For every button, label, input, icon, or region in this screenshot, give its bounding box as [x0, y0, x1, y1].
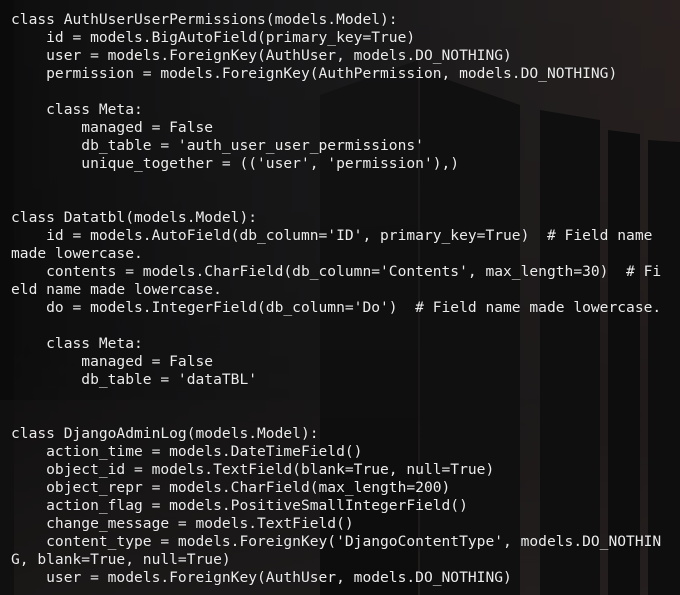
code-line: managed = False	[11, 353, 214, 370]
code-line: G, blank=True, null=True)	[11, 551, 231, 568]
code-line: do = models.IntegerField(db_column='Do')…	[11, 299, 662, 316]
code-line: object_repr = models.CharField(max_lengt…	[11, 479, 451, 496]
code-line: content_type = models.ForeignKey('Django…	[11, 533, 662, 550]
code-line: action_flag = models.PositiveSmallIntege…	[11, 497, 468, 514]
code-line: class Meta:	[11, 101, 143, 118]
code-line: unique_together = (('user', 'permission'…	[11, 155, 460, 172]
code-line: id = models.BigAutoField(primary_key=Tru…	[11, 29, 416, 46]
code-line: user = models.ForeignKey(AuthUser, model…	[11, 47, 512, 64]
code-line: class DjangoAdminLog(models.Model):	[11, 425, 319, 442]
code-line: object_id = models.TextField(blank=True,…	[11, 461, 495, 478]
code-line: change_message = models.TextField()	[11, 515, 354, 532]
code-line: class Meta:	[11, 335, 143, 352]
code-line: class Datatbl(models.Model):	[11, 209, 258, 226]
code-line: db_table = 'dataTBL'	[11, 371, 258, 388]
code-line: class AuthUserUserPermissions(models.Mod…	[11, 11, 398, 28]
code-line: permission = models.ForeignKey(AuthPermi…	[11, 65, 618, 82]
terminal-window[interactable]: class AuthUserUserPermissions(models.Mod…	[0, 0, 680, 595]
code-line: made lowercase.	[11, 245, 143, 262]
python-code-output[interactable]: class AuthUserUserPermissions(models.Mod…	[11, 11, 661, 587]
code-line: managed = False	[11, 119, 214, 136]
code-line: action_time = models.DateTimeField()	[11, 443, 363, 460]
code-line: eld name made lowercase.	[11, 281, 222, 298]
code-line: db_table = 'auth_user_user_permissions'	[11, 137, 424, 154]
code-line: contents = models.CharField(db_column='C…	[11, 263, 662, 280]
code-line: user = models.ForeignKey(AuthUser, model…	[11, 569, 512, 586]
code-line: id = models.AutoField(db_column='ID', pr…	[11, 227, 653, 244]
